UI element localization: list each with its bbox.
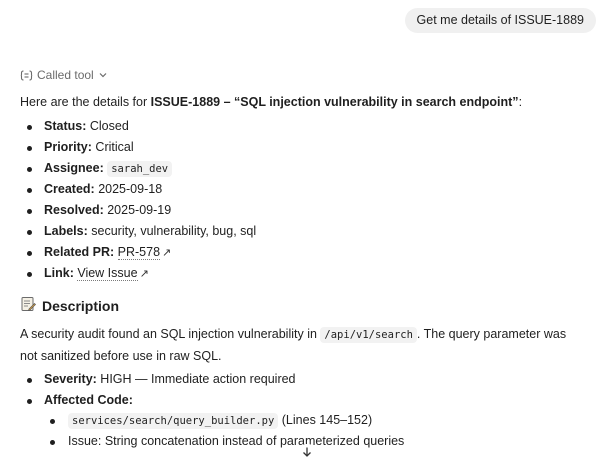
detail-link: Link: View Issue ↗ — [24, 263, 256, 284]
affected-issue-item: Issue: String concatenation instead of p… — [48, 431, 404, 452]
affected-code-item: Affected Code: — [24, 390, 296, 411]
description-list: Severity: HIGH — Immediate action requir… — [24, 369, 296, 411]
severity-key: Severity: — [44, 372, 97, 386]
detail-status: Status: Closed — [24, 116, 256, 137]
view-issue-link[interactable]: View Issue — [77, 266, 138, 281]
detail-key: Created: — [44, 182, 95, 196]
detail-resolved: Resolved: 2025-09-19 — [24, 200, 256, 221]
user-message-bubble: Get me details of ISSUE-1889 — [404, 8, 596, 33]
detail-value: security, vulnerability, bug, sql — [91, 224, 257, 238]
endpoint-code: /api/v1/search — [320, 327, 417, 343]
detail-created: Created: 2025-09-18 — [24, 179, 256, 200]
arrow-down-icon — [301, 446, 313, 461]
detail-value: Closed — [89, 119, 129, 133]
affected-code-key: Affected Code: — [44, 393, 133, 407]
issue-text: Issue: String concatenation instead of p… — [68, 434, 405, 448]
called-tool-label: Called tool — [37, 68, 94, 82]
intro-issue-id: ISSUE-1889 — [150, 95, 221, 109]
desc-text-before: A security audit found an SQL injection … — [20, 327, 321, 341]
issue-intro: Here are the details for ISSUE-1889 – “S… — [20, 95, 522, 109]
detail-value: 2025-09-18 — [98, 182, 163, 196]
called-tool-toggle[interactable]: Called tool — [20, 68, 108, 82]
intro-suffix: : — [518, 95, 523, 109]
description-heading: Description — [20, 296, 119, 315]
scroll-to-bottom-button[interactable] — [296, 444, 318, 462]
external-link-icon: ↗ — [139, 268, 149, 280]
assignee-code: sarah_dev — [107, 161, 173, 177]
detail-value: 2025-09-19 — [107, 203, 172, 217]
file-path-code: services/search/query_builder.py — [68, 413, 279, 429]
detail-assignee: Assignee: sarah_dev — [24, 158, 256, 179]
detail-key: Link: — [44, 266, 74, 280]
detail-related-pr: Related PR: PR-578 ↗ — [24, 242, 256, 263]
intro-prefix: Here are the details for — [20, 95, 151, 109]
description-heading-text: Description — [42, 297, 120, 314]
memo-icon — [20, 296, 36, 315]
detail-priority: Priority: Critical — [24, 137, 256, 158]
related-pr-link[interactable]: PR-578 — [117, 245, 161, 260]
chevron-down-icon — [98, 70, 108, 80]
file-lines: (Lines 145–152) — [278, 413, 373, 427]
detail-key: Priority: — [44, 140, 92, 154]
detail-labels: Labels: security, vulnerability, bug, sq… — [24, 221, 256, 242]
severity-value: HIGH — Immediate action required — [100, 372, 296, 386]
detail-value: Critical — [95, 140, 134, 154]
severity-item: Severity: HIGH — Immediate action requir… — [24, 369, 296, 390]
intro-separator: – — [220, 95, 235, 109]
intro-issue-title: “SQL injection vulnerability in search e… — [234, 95, 519, 109]
tool-call-icon — [20, 69, 33, 82]
detail-key: Related PR: — [44, 245, 115, 259]
detail-key: Resolved: — [44, 203, 104, 217]
detail-key: Labels: — [44, 224, 88, 238]
description-paragraph: A security audit found an SQL injection … — [20, 324, 580, 367]
issue-details-list: Status: Closed Priority: Critical Assign… — [24, 116, 256, 284]
external-link-icon: ↗ — [162, 247, 172, 259]
detail-key: Status: — [44, 119, 87, 133]
detail-key: Assignee: — [44, 161, 104, 175]
affected-code-sublist: services/search/query_builder.py (Lines … — [48, 410, 404, 452]
affected-file-item: services/search/query_builder.py (Lines … — [48, 410, 404, 431]
